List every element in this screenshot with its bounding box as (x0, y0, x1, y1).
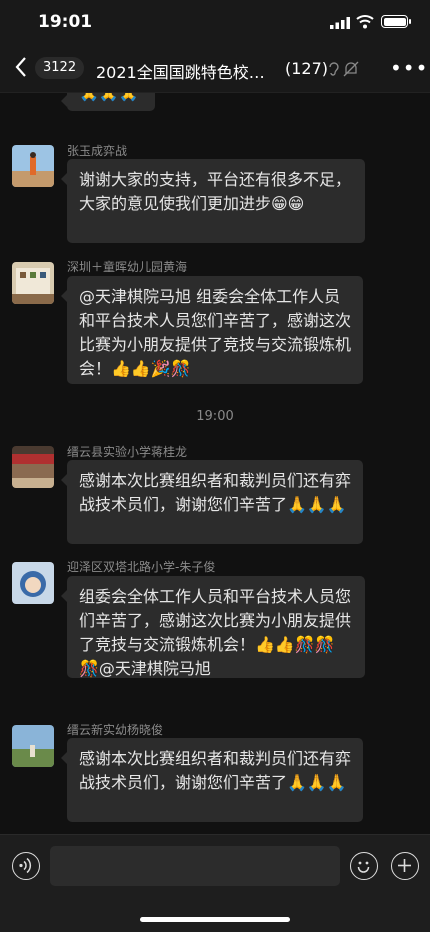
message-bubble[interactable]: 🙏🙏🙏 (61, 93, 155, 111)
message-bubble[interactable]: 感谢本次比赛组织者和裁判员们还有弈战技术员们，谢谢您们辛苦了🙏🙏🙏 (61, 460, 363, 544)
message-input[interactable] (50, 846, 340, 886)
sender-name: 缙云县实验小学蒋桂龙 (67, 445, 188, 459)
chevron-left-icon (15, 57, 26, 77)
status-bar: 19:01 (0, 0, 430, 46)
message-bubble[interactable]: 谢谢大家的支持，平台还有很多不足，大家的意见使我们更加进步😁😁 (61, 159, 365, 243)
earpiece-mode-icon (329, 62, 339, 76)
voice-input-button[interactable] (12, 852, 40, 880)
avatar[interactable] (12, 562, 54, 604)
sender-name: 张玉成弈战 (67, 144, 128, 158)
avatar[interactable] (12, 262, 54, 304)
message-bubble[interactable]: 组委会全体工作人员和平台技术人员您们辛苦了，感谢这次比赛为小朋友提供了竞技与交流… (61, 576, 365, 678)
sender-name: 缙云新实幼杨晓俊 (67, 723, 164, 737)
chat-header: 3122 2021全国国跳特色校… (127) ••• (0, 46, 430, 93)
mute-bell-icon (343, 61, 359, 77)
avatar[interactable] (12, 446, 54, 488)
battery-icon (381, 15, 411, 28)
message-text: 谢谢大家的支持，平台还有很多不足，大家的意见使我们更加进步😁😁 (79, 170, 352, 213)
wifi-icon (356, 15, 374, 29)
signal-icon (330, 17, 350, 29)
voice-icon (19, 857, 32, 874)
sender-name: 迎泽区双塔北路小学-朱子俊 (67, 560, 216, 574)
back-button[interactable] (14, 56, 28, 82)
smiley-icon (357, 861, 370, 873)
chat-message-list[interactable]: 🙏🙏🙏 张玉成弈战 谢谢大家的支持，平台还有很多不足，大家的意见使我们更加进步😁… (0, 93, 430, 834)
avatar[interactable] (12, 145, 54, 187)
input-bar (0, 834, 430, 932)
sender-name: 深圳＋童晖幼儿园黄海 (67, 260, 188, 274)
message-text: 感谢本次比赛组织者和裁判员们还有弈战技术员们，谢谢您们辛苦了🙏🙏🙏 (79, 471, 352, 514)
more-functions-button[interactable] (391, 852, 419, 880)
message-text: 🙏🙏🙏 (79, 93, 139, 102)
message-text: 组委会全体工作人员和平台技术人员您们辛苦了，感谢这次比赛为小朋友提供了竞技与交流… (79, 587, 352, 678)
chat-title: 2021全国国跳特色校… (96, 63, 265, 82)
home-indicator (140, 917, 290, 922)
message-text: @天津棋院马旭 组委会全体工作人员和平台技术人员您们辛苦了，感谢这次比赛为小朋友… (79, 287, 352, 378)
plus-icon (398, 859, 411, 872)
message-bubble[interactable]: @天津棋院马旭 组委会全体工作人员和平台技术人员您们辛苦了，感谢这次比赛为小朋友… (61, 276, 363, 384)
status-time: 19:01 (38, 12, 93, 32)
emoji-button[interactable] (350, 852, 378, 880)
member-count: (127) (285, 59, 329, 78)
message-text: 感谢本次比赛组织者和裁判员们还有弈战技术员们，谢谢您们辛苦了🙏🙏🙏 (79, 749, 352, 792)
unread-badge[interactable]: 3122 (35, 57, 85, 79)
time-divider: 19:00 (196, 409, 234, 424)
message-bubble[interactable]: 感谢本次比赛组织者和裁判员们还有弈战技术员们，谢谢您们辛苦了🙏🙏🙏 (61, 738, 363, 822)
avatar[interactable] (12, 725, 54, 767)
more-options-button[interactable]: ••• (390, 56, 428, 80)
